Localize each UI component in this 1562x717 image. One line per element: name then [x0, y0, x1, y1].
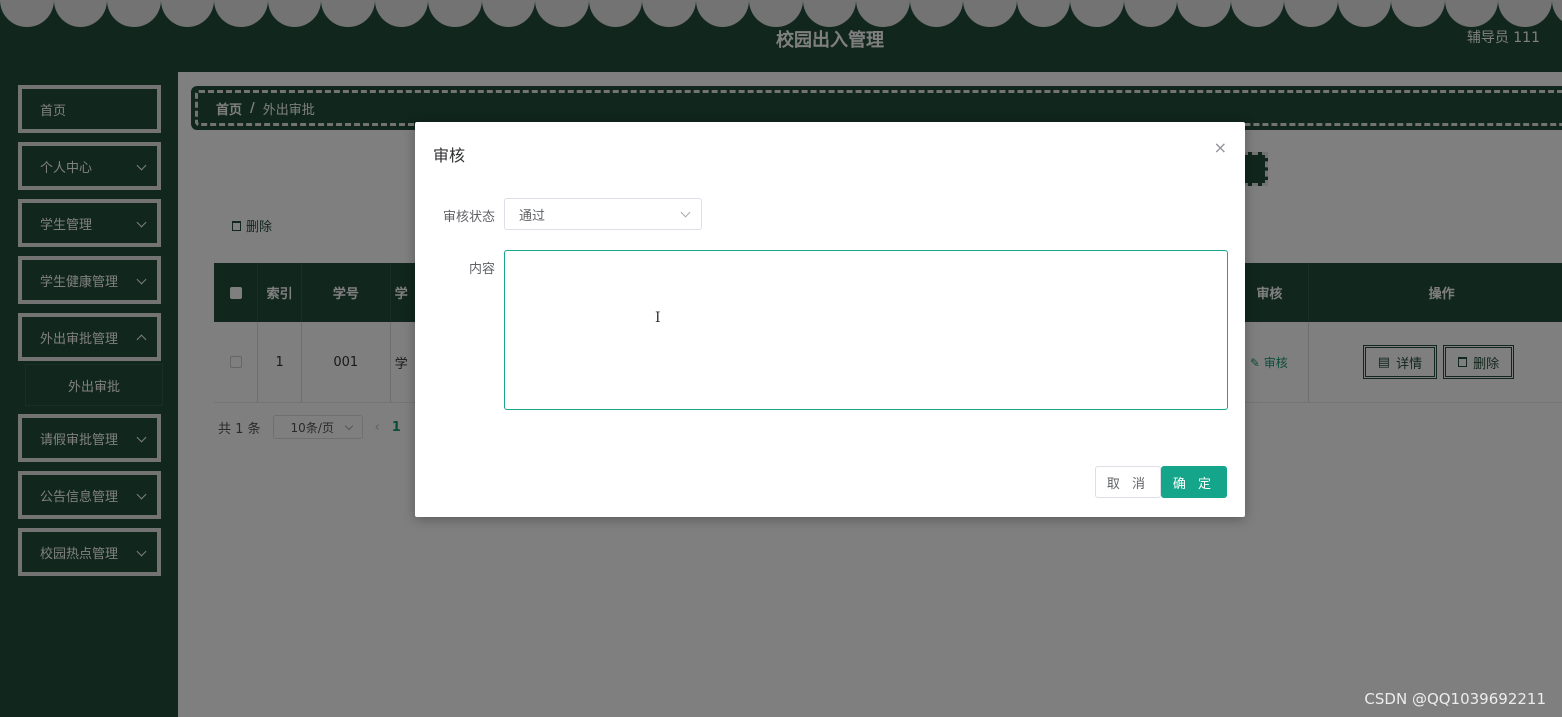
cancel-button[interactable]: 取 消	[1095, 466, 1161, 498]
confirm-button[interactable]: 确 定	[1161, 466, 1227, 498]
status-select-value: 通过	[519, 208, 546, 224]
status-label: 审核状态	[442, 210, 495, 225]
watermark: CSDN @QQ1039692211	[1364, 690, 1546, 708]
chevron-down-icon	[680, 207, 691, 218]
audit-dialog: 审核 × 审核状态 通过 内容 I 取 消 确 定	[415, 122, 1245, 517]
content-textarea[interactable]	[504, 250, 1228, 410]
dialog-title: 审核	[433, 146, 466, 165]
text-cursor-icon: I	[655, 310, 661, 326]
close-icon[interactable]: ×	[1214, 138, 1227, 157]
status-select[interactable]: 通过	[504, 198, 702, 230]
content-label: 内容	[468, 262, 495, 277]
